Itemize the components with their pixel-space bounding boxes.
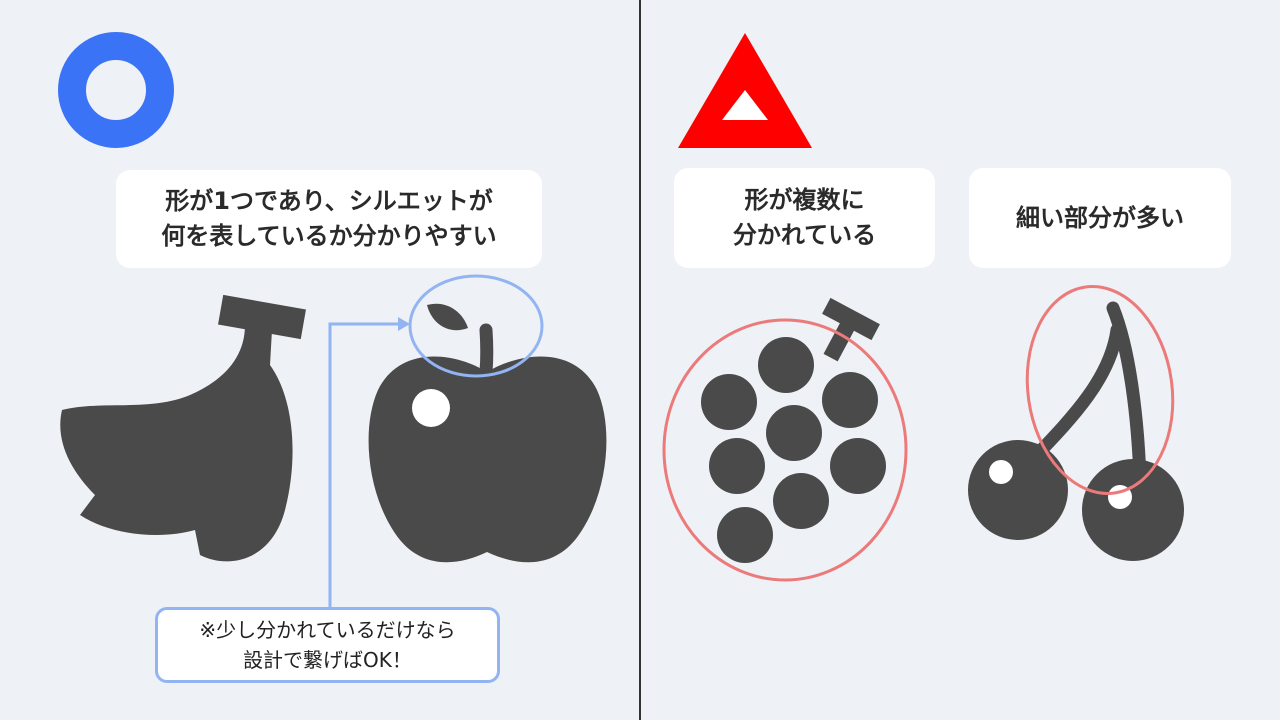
good-caption-text: 形が1つであり、シルエットが 何を表しているか分かりやすい [161, 187, 497, 250]
bad-caption-thin: 細い部分が多い [969, 168, 1231, 268]
connector-arrowhead [398, 317, 410, 331]
good-caption: 形が1つであり、シルエットが 何を表しているか分かりやすい [116, 170, 542, 268]
grape-icon [701, 297, 886, 563]
apple-icon [368, 303, 607, 563]
design-note-text: ※少し分かれているだけなら 設計で繋げばOK！ [199, 618, 456, 672]
panel-divider [639, 0, 641, 720]
good-mark-icon [58, 32, 174, 148]
bad-caption-separated-text: 形が複数に 分かれている [732, 186, 877, 249]
design-note: ※少し分かれているだけなら 設計で繋げばOK！ [155, 607, 500, 683]
slide: 形が1つであり、シルエットが 何を表しているか分かりやすい 形が複数に 分かれて… [0, 0, 1280, 720]
bad-caption-separated: 形が複数に 分かれている [674, 168, 935, 268]
stem-highlight-circle [408, 274, 544, 378]
bad-caption-thin-text: 細い部分が多い [1016, 203, 1184, 232]
cherry-icon [968, 301, 1184, 561]
bad-mark-icon [678, 33, 812, 148]
banana-icon [60, 294, 306, 562]
